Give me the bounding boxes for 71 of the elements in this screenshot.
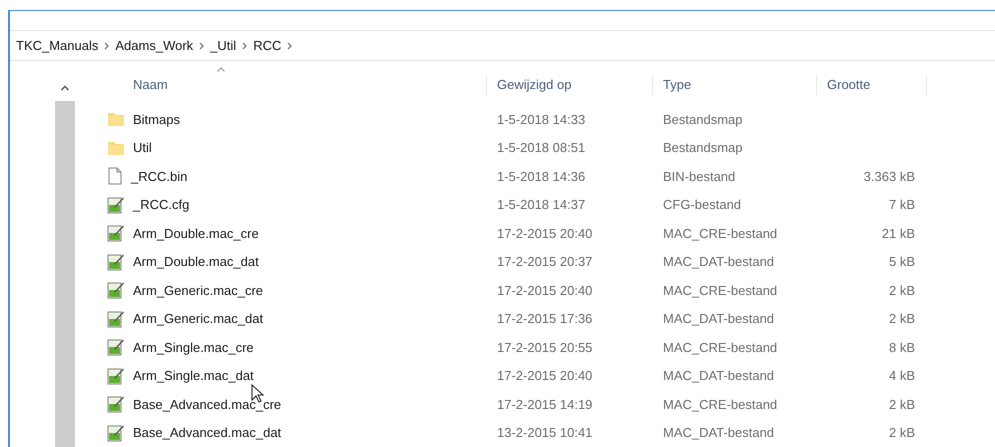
file-size: 7 kB [888, 196, 915, 214]
modified-date: 17-2-2015 20:37 [497, 254, 592, 269]
edit-file-icon [107, 338, 125, 356]
file-size: 3.363 kB [864, 168, 915, 186]
file-name[interactable]: Arm_Generic.mac_cre [133, 280, 264, 300]
file-type: MAC_DAT-bestand [663, 368, 774, 383]
file-type: MAC_CRE-bestand [663, 340, 778, 354]
chevron-icon[interactable] [199, 42, 204, 50]
modified-date: 17-2-2015 20:55 [497, 340, 592, 354]
file-type: CFG-bestand [663, 197, 742, 212]
edit-file-icon [107, 196, 125, 214]
edit-file-icon [107, 366, 125, 385]
modified-date: 17-2-2015 20:40 [497, 368, 592, 383]
file-name[interactable]: Base_Advanced.mac_cre [133, 394, 282, 414]
file-name[interactable]: Base_Advanced.mac_dat [133, 423, 282, 442]
edit-file-icon [107, 395, 125, 414]
file-name[interactable]: Util [133, 138, 152, 158]
file-name[interactable]: Arm_Single.mac_cre [133, 338, 254, 357]
file-size: 2 kB [888, 396, 915, 414]
file-type: Bestandsmap [663, 140, 742, 155]
file-name[interactable]: Arm_Generic.mac_dat [133, 309, 264, 328]
chevron-icon[interactable] [104, 42, 110, 50]
edit-file-icon [107, 310, 125, 328]
folder-icon [107, 140, 125, 156]
file-size: 2 kB [888, 424, 915, 442]
breadcrumb-item[interactable]: TKC_Manuals [16, 36, 98, 56]
file-size: 5 kB [888, 253, 915, 271]
file-icon [107, 167, 123, 186]
file-name[interactable]: Arm_Double.mac_cre [133, 224, 259, 243]
file-size: 4 kB [888, 367, 915, 385]
column-header[interactable]: Naam [75, 75, 487, 95]
file-type: MAC_CRE-bestand [663, 282, 778, 298]
file-name[interactable]: _RCC.bin [131, 166, 188, 186]
chevron-icon[interactable] [287, 42, 292, 50]
file-type: MAC_DAT-bestand [663, 425, 774, 440]
breadcrumb-item[interactable]: Adams_Work [115, 36, 194, 56]
file-type: MAC_CRE-bestand [663, 396, 778, 412]
file-size: 2 kB [888, 310, 915, 328]
edit-file-icon [107, 252, 125, 271]
file-type: Bestandsmap [663, 112, 742, 126]
file-type: MAC_CRE-bestand [663, 226, 778, 240]
modified-date: 17-2-2015 20:40 [497, 226, 592, 240]
modified-date: 1-5-2018 14:33 [497, 112, 586, 126]
modified-date: 17-2-2015 20:40 [497, 282, 592, 298]
folder-icon [107, 111, 125, 128]
modified-date: 13-2-2015 10:41 [497, 425, 592, 440]
column-header[interactable]: Grootte [817, 75, 927, 95]
edit-file-icon [107, 224, 125, 242]
chevron-icon[interactable] [242, 42, 248, 50]
modified-date: 1-5-2018 14:37 [497, 197, 586, 212]
file-size: 2 kB [888, 282, 915, 300]
modified-date: 17-2-2015 17:36 [497, 311, 592, 326]
file-name[interactable]: _RCC.cfg [133, 195, 190, 214]
column-header[interactable]: Gewijzigd op [487, 75, 653, 95]
modified-date: 17-2-2015 14:19 [497, 396, 592, 412]
breadcrumb-item[interactable]: RCC [253, 36, 282, 56]
edit-file-icon [107, 424, 125, 442]
file-size: 21 kB [882, 224, 915, 242]
file-size: 8 kB [888, 338, 915, 356]
file-name[interactable]: Bitmaps [133, 110, 180, 129]
scroll-up-icon[interactable] [61, 85, 69, 91]
file-name[interactable]: Arm_Single.mac_dat [133, 366, 254, 386]
file-name[interactable]: Arm_Double.mac_dat [133, 252, 259, 272]
file-type: BIN-bestand [663, 168, 736, 184]
file-type: MAC_DAT-bestand [663, 254, 774, 269]
breadcrumb-item[interactable]: _Util [210, 36, 236, 56]
modified-date: 1-5-2018 08:51 [497, 140, 586, 155]
modified-date: 1-5-2018 14:36 [497, 168, 586, 184]
edit-file-icon [107, 281, 125, 300]
column-header[interactable]: Type [653, 75, 817, 95]
file-type: MAC_DAT-bestand [663, 311, 774, 326]
